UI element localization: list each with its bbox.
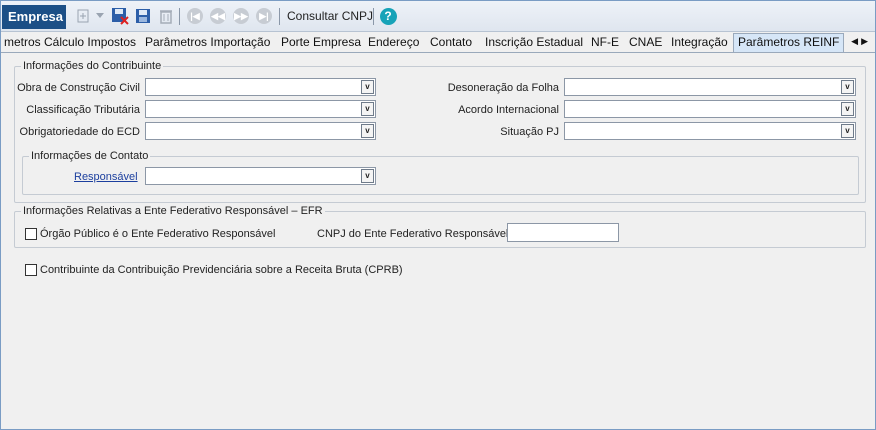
cprb-checkbox[interactable] xyxy=(25,264,37,276)
cnpj-efr-input[interactable] xyxy=(507,223,619,242)
acordo-select[interactable]: v xyxy=(564,100,856,118)
chevron-down-icon[interactable]: v xyxy=(361,124,374,138)
obra-select[interactable]: v xyxy=(145,78,376,96)
tab-nfe[interactable]: NF-E xyxy=(591,34,619,52)
tab-contato[interactable]: Contato xyxy=(430,34,472,52)
orgao-publico-label: Órgão Público é o Ente Federativo Respon… xyxy=(40,228,276,240)
chevron-down-icon[interactable]: v xyxy=(361,169,374,183)
cprb-label: Contribuinte da Contribuição Previdenciá… xyxy=(40,264,403,276)
situacao-label: Situação PJ xyxy=(500,126,559,138)
toolbar-separator xyxy=(373,8,374,25)
contato-legend: Informações de Contato xyxy=(29,150,151,162)
efr-legend: Informações Relativas a Ente Federativo … xyxy=(21,205,325,217)
delete-icon[interactable] xyxy=(157,7,175,25)
tab-inscricao-estadual[interactable]: Inscrição Estadual xyxy=(485,34,583,52)
last-record-icon[interactable]: ▶| xyxy=(255,7,273,25)
classificacao-select[interactable]: v xyxy=(145,100,376,118)
acordo-label: Acordo Internacional xyxy=(458,104,559,116)
tab-porte-empresa[interactable]: Porte Empresa xyxy=(281,34,361,52)
help-icon[interactable]: ? xyxy=(379,7,397,25)
next-record-icon[interactable]: ▶▶ xyxy=(232,7,250,25)
tab-integracao[interactable]: Integração xyxy=(671,34,728,52)
responsavel-select[interactable]: v xyxy=(145,167,376,185)
main-window: Empresa |◀ ◀◀ ▶▶ ▶| Consultar CNPJ ? met… xyxy=(0,0,876,430)
save-icon[interactable] xyxy=(134,7,152,25)
tab-calculo-impostos[interactable]: metros Cálculo Impostos xyxy=(4,34,136,52)
previous-record-icon[interactable]: ◀◀ xyxy=(209,7,227,25)
chevron-down-icon[interactable]: v xyxy=(841,80,854,94)
chevron-down-icon[interactable]: v xyxy=(841,124,854,138)
situacao-select[interactable]: v xyxy=(564,122,856,140)
tab-parametros-importacao[interactable]: Parâmetros Importação xyxy=(145,34,270,52)
obrigatoriedade-select[interactable]: v xyxy=(145,122,376,140)
tab-parametros-reinf[interactable]: Parâmetros REINF xyxy=(733,33,845,52)
toolbar-separator xyxy=(179,8,180,25)
contribuinte-legend: Informações do Contribuinte xyxy=(21,60,164,72)
responsavel-link[interactable]: Responsável xyxy=(74,171,138,183)
obra-label: Obra de Construção Civil xyxy=(17,82,140,94)
tab-endereco[interactable]: Endereço xyxy=(368,34,419,52)
window-title: Empresa xyxy=(2,5,66,29)
save-close-icon[interactable] xyxy=(111,7,129,25)
desoneracao-select[interactable]: v xyxy=(564,78,856,96)
tab-bar: metros Cálculo Impostos Parâmetros Impor… xyxy=(1,32,875,53)
tab-scroll-arrows[interactable]: ◀▶ xyxy=(851,36,871,47)
chevron-down-icon[interactable] xyxy=(95,7,105,25)
classificacao-label: Classificação Tributária xyxy=(26,104,140,116)
new-record-icon[interactable] xyxy=(75,7,93,25)
orgao-publico-checkbox[interactable] xyxy=(25,228,37,240)
chevron-down-icon[interactable]: v xyxy=(361,80,374,94)
first-record-icon[interactable]: |◀ xyxy=(186,7,204,25)
toolbar-separator xyxy=(279,8,280,25)
desoneracao-label: Desoneração da Folha xyxy=(447,82,559,94)
tab-cnae[interactable]: CNAE xyxy=(629,34,662,52)
toolbar: Empresa |◀ ◀◀ ▶▶ ▶| Consultar CNPJ ? xyxy=(1,1,875,32)
chevron-down-icon[interactable]: v xyxy=(841,102,854,116)
consult-cnpj-button[interactable]: Consultar CNPJ xyxy=(287,9,373,23)
obrigatoriedade-label: Obrigatoriedade do ECD xyxy=(19,126,140,138)
cnpj-efr-label: CNPJ do Ente Federativo Responsável xyxy=(317,228,509,240)
chevron-down-icon[interactable]: v xyxy=(361,102,374,116)
